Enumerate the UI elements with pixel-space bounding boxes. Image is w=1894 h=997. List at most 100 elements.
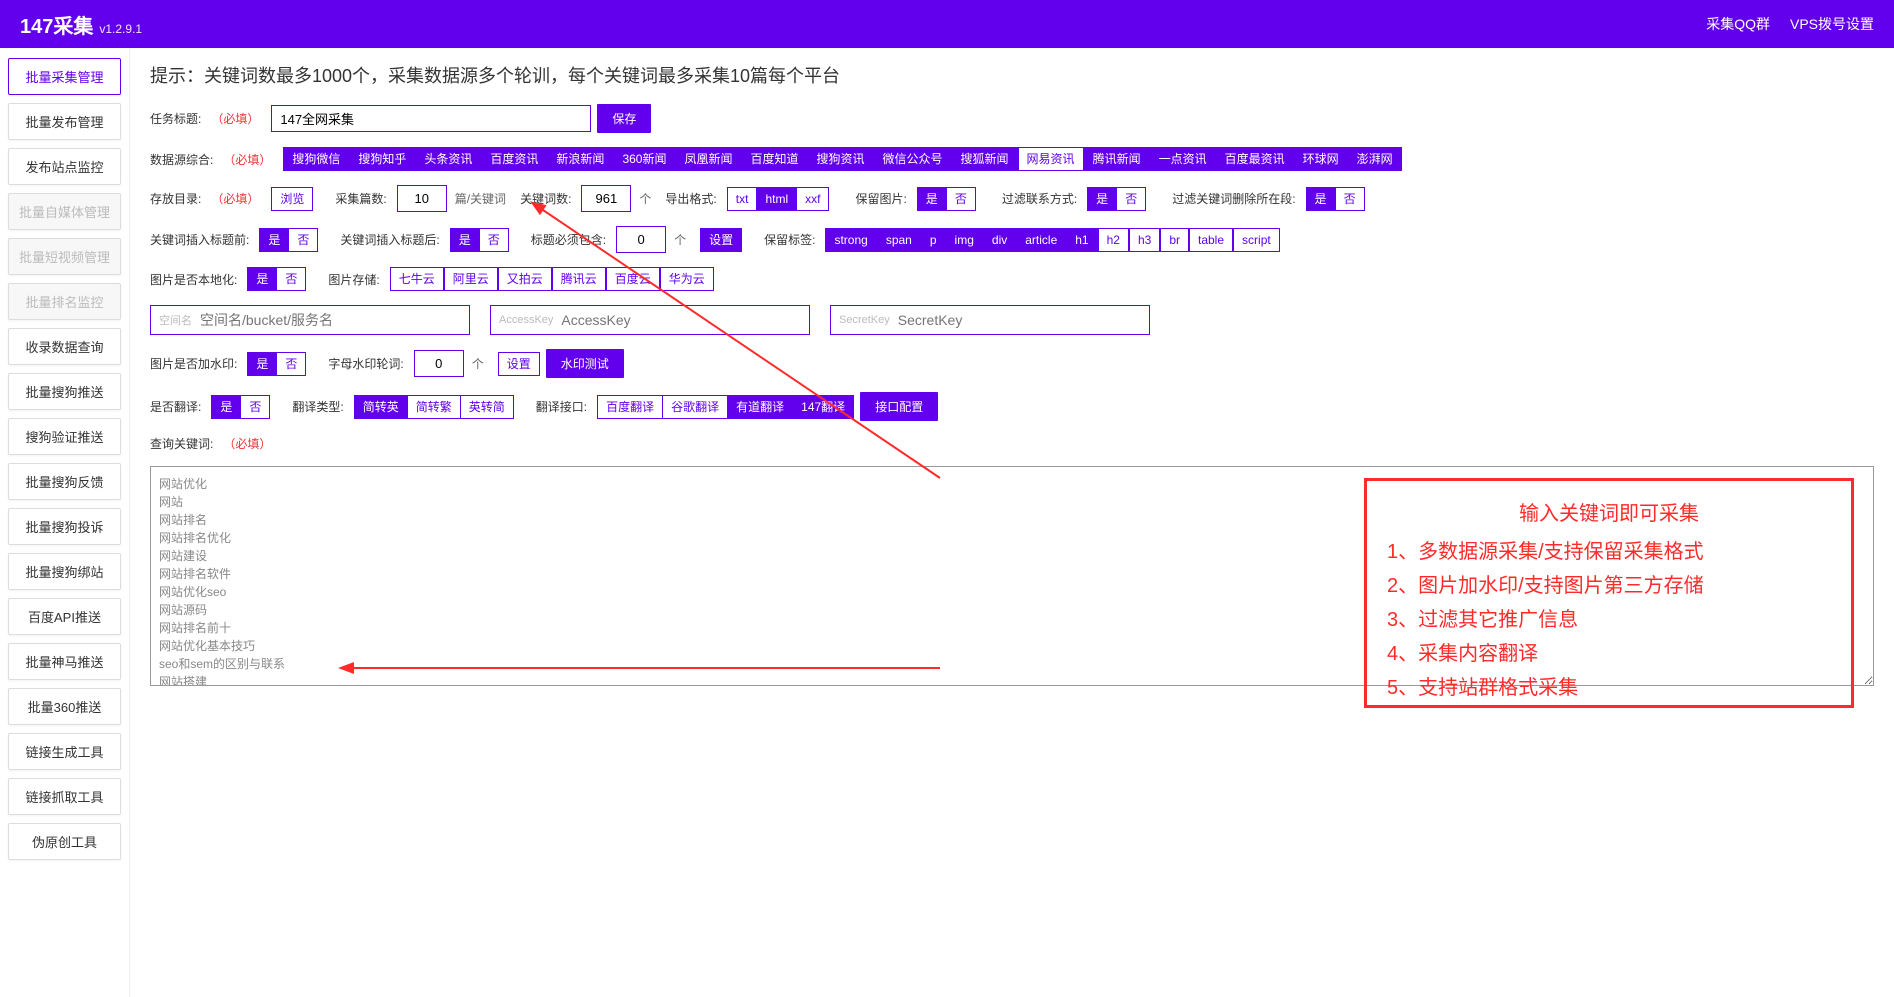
insert-after-option[interactable]: 是 [450, 228, 479, 252]
export-format-option[interactable]: html [756, 187, 796, 211]
browse-button[interactable]: 浏览 [271, 187, 313, 211]
keep-tag-option[interactable]: br [1160, 228, 1189, 252]
oss-space-field[interactable] [200, 312, 461, 328]
source-tag[interactable]: 搜狐新闻 [952, 147, 1018, 171]
oss-ak-input[interactable]: AccessKey [490, 305, 810, 335]
image-store-option[interactable]: 七牛云 [390, 267, 444, 291]
export-format-option[interactable]: txt [727, 187, 757, 211]
oss-sk-input[interactable]: SecretKey [830, 305, 1150, 335]
wm-set-button[interactable]: 设置 [498, 352, 540, 376]
label-storage: 存放目录: [150, 190, 201, 207]
keep-tag-option[interactable]: strong [825, 228, 876, 252]
source-tag[interactable]: 百度资讯 [481, 147, 547, 171]
sidebar-item[interactable]: 收录数据查询 [8, 328, 121, 365]
wm-test-button[interactable]: 水印测试 [546, 349, 624, 378]
source-tag[interactable]: 百度最资讯 [1216, 147, 1294, 171]
sidebar-item[interactable]: 批量发布管理 [8, 103, 121, 140]
link-qq-group[interactable]: 采集QQ群 [1706, 14, 1770, 34]
task-title-input[interactable] [271, 105, 591, 132]
keep-tag-option[interactable]: span [877, 228, 921, 252]
sidebar-item[interactable]: 百度API推送 [8, 598, 121, 635]
translate-option[interactable]: 否 [240, 395, 270, 419]
source-tag[interactable]: 360新闻 [613, 147, 675, 171]
translate-option[interactable]: 是 [211, 395, 240, 419]
image-store-option[interactable]: 百度云 [606, 267, 660, 291]
keep-tag-option[interactable]: table [1189, 228, 1233, 252]
keep-tag-option[interactable]: article [1016, 228, 1066, 252]
source-tag[interactable]: 凤凰新闻 [675, 147, 741, 171]
keywords-textarea[interactable] [150, 466, 1874, 686]
source-tag[interactable]: 澎湃网 [1348, 147, 1402, 171]
main-panel: 提示：关键词数最多1000个，采集数据源多个轮训，每个关键词最多采集10篇每个平… [130, 48, 1894, 997]
source-tag[interactable]: 搜狗知乎 [349, 147, 415, 171]
filter-contact-option[interactable]: 否 [1116, 187, 1146, 211]
translate-type-option[interactable]: 简转英 [354, 395, 407, 419]
watermark-option[interactable]: 是 [247, 352, 276, 376]
image-store-option[interactable]: 阿里云 [444, 267, 498, 291]
source-tag[interactable]: 微信公众号 [874, 147, 952, 171]
sidebar-item[interactable]: 批量采集管理 [8, 58, 121, 95]
sidebar-item[interactable]: 批量360推送 [8, 688, 121, 725]
source-tag[interactable]: 搜狗微信 [283, 147, 349, 171]
source-tag[interactable]: 搜狗资讯 [808, 147, 874, 171]
translate-api-option[interactable]: 谷歌翻译 [662, 395, 727, 419]
translate-api-option[interactable]: 百度翻译 [597, 395, 662, 419]
insert-before-option[interactable]: 否 [288, 228, 318, 252]
oss-sk-field[interactable] [898, 312, 1141, 328]
sidebar-item[interactable]: 批量搜狗反馈 [8, 463, 121, 500]
filter-keyword-option[interactable]: 否 [1335, 187, 1365, 211]
image-store-option[interactable]: 华为云 [660, 267, 714, 291]
translate-type-option[interactable]: 简转繁 [407, 395, 460, 419]
keep-tag-option[interactable]: h3 [1129, 228, 1160, 252]
sidebar-item[interactable]: 伪原创工具 [8, 823, 121, 860]
sidebar-item[interactable]: 批量搜狗推送 [8, 373, 121, 410]
keep-tag-option[interactable]: div [983, 228, 1016, 252]
per-count-input[interactable] [397, 185, 447, 212]
translate-type-option[interactable]: 英转简 [460, 395, 514, 419]
source-tag[interactable]: 环球网 [1294, 147, 1348, 171]
filter-keyword-option[interactable]: 是 [1306, 187, 1335, 211]
sidebar-item[interactable]: 搜狗验证推送 [8, 418, 121, 455]
label-translate-api: 翻译接口: [536, 398, 587, 415]
sidebar-item[interactable]: 链接抓取工具 [8, 778, 121, 815]
filter-contact-option[interactable]: 是 [1087, 187, 1116, 211]
image-local-option[interactable]: 是 [247, 267, 276, 291]
watermark-option[interactable]: 否 [276, 352, 306, 376]
keep-image-option[interactable]: 否 [946, 187, 976, 211]
translate-api-option[interactable]: 147翻译 [792, 395, 854, 419]
oss-space-input[interactable]: 空间名 [150, 305, 470, 335]
link-vps-dial[interactable]: VPS拨号设置 [1790, 14, 1874, 34]
insert-before-option[interactable]: 是 [259, 228, 288, 252]
sidebar-item[interactable]: 发布站点监控 [8, 148, 121, 185]
sidebar-item[interactable]: 链接生成工具 [8, 733, 121, 770]
keep-tag-option[interactable]: script [1233, 228, 1280, 252]
save-button[interactable]: 保存 [597, 104, 651, 133]
insert-after-option[interactable]: 否 [479, 228, 509, 252]
source-tag[interactable]: 百度知道 [741, 147, 807, 171]
keep-tag-option[interactable]: h2 [1098, 228, 1129, 252]
source-tag[interactable]: 新浪新闻 [547, 147, 613, 171]
image-local-option[interactable]: 否 [276, 267, 306, 291]
letter-wm-input[interactable] [414, 350, 464, 377]
keep-tag-option[interactable]: p [921, 228, 946, 252]
sidebar-item[interactable]: 批量搜狗绑站 [8, 553, 121, 590]
image-store-option[interactable]: 又拍云 [498, 267, 552, 291]
sidebar-item[interactable]: 批量神马推送 [8, 643, 121, 680]
image-store-option[interactable]: 腾讯云 [552, 267, 606, 291]
keep-tag-option[interactable]: h1 [1066, 228, 1097, 252]
export-format-option[interactable]: xxf [796, 187, 829, 211]
must-contain-input[interactable] [616, 226, 666, 253]
api-config-button[interactable]: 接口配置 [860, 392, 938, 421]
oss-ak-field[interactable] [561, 312, 801, 328]
source-tag[interactable]: 头条资讯 [415, 147, 481, 171]
translate-api-option[interactable]: 有道翻译 [727, 395, 792, 419]
source-tag[interactable]: 网易资讯 [1018, 147, 1084, 171]
source-tag[interactable]: 一点资讯 [1150, 147, 1216, 171]
must-set-button[interactable]: 设置 [700, 228, 742, 252]
keep-tag-option[interactable]: img [946, 228, 983, 252]
source-tag[interactable]: 腾讯新闻 [1084, 147, 1150, 171]
keep-image-option[interactable]: 是 [917, 187, 946, 211]
kw-count-input[interactable] [581, 185, 631, 212]
sidebar-item[interactable]: 批量搜狗投诉 [8, 508, 121, 545]
label-keep-tags: 保留标签: [764, 231, 815, 248]
